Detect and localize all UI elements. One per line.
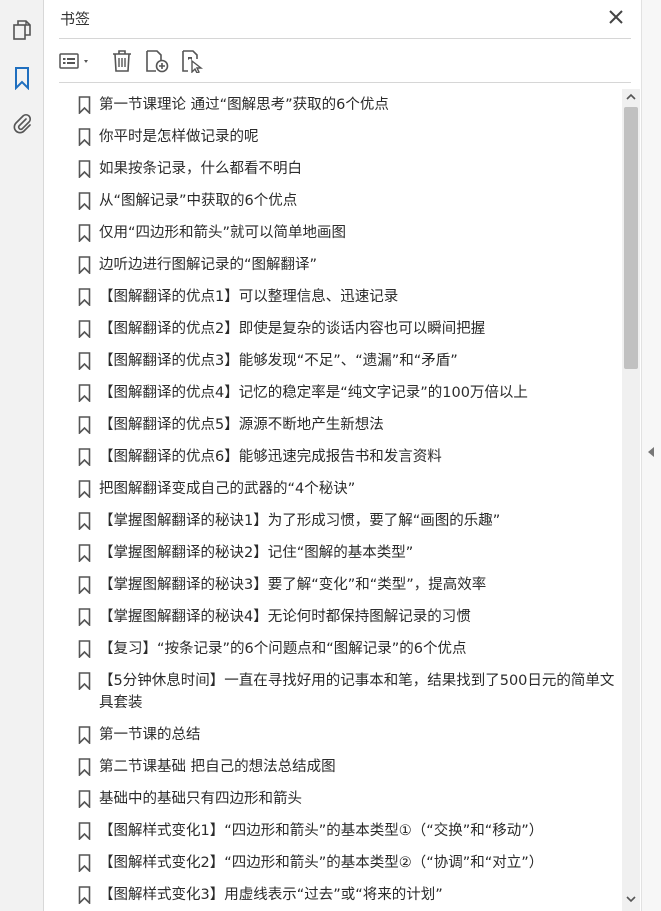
- panel-title: 书签: [60, 10, 91, 28]
- bookmark-icon: [71, 478, 99, 498]
- bookmark-icon: [71, 638, 99, 658]
- scroll-up-arrow-icon[interactable]: [622, 89, 640, 105]
- bookmark-label: 【图解样式变化1】“四边形和箭头”的基本类型①（“交换”和“移动”）: [99, 823, 544, 839]
- bookmark-item[interactable]: 【图解翻译的优点2】即使是复杂的谈话内容也可以瞬间把握: [71, 313, 616, 345]
- collapse-arrow-icon[interactable]: [648, 447, 654, 457]
- bookmark-icon: [71, 606, 99, 626]
- bookmark-label: 从“图解记录”中获取的6个优点: [99, 193, 298, 209]
- bookmark-item[interactable]: 如果按条记录，什么都看不明白: [71, 153, 616, 185]
- bookmark-icon: [71, 286, 99, 306]
- bookmark-icon: [71, 158, 99, 178]
- bookmark-label: 【图解翻译的优点2】即使是复杂的谈话内容也可以瞬间把握: [99, 321, 486, 337]
- bookmark-icon: [71, 756, 99, 776]
- pages-icon[interactable]: [8, 16, 36, 44]
- bookmark-item[interactable]: 【图解翻译的优点3】能够发现“不足”、“遗漏”和“矛盾”: [71, 345, 616, 377]
- navigation-rail: [0, 0, 44, 911]
- panel-header: 书签: [45, 0, 641, 38]
- bookmark-icon: [71, 222, 99, 242]
- divider: [59, 82, 631, 83]
- bookmark-item[interactable]: 第一节课的总结: [71, 719, 616, 751]
- bookmark-label: 【掌握图解翻译的秘诀3】要了解“变化”和“类型”，提高效率: [99, 577, 487, 593]
- bookmark-label: 【5分钟休息时间】一直在寻找好用的记事本和笔，结果找到了500日元的简单文具套装: [99, 673, 615, 711]
- bookmark-item[interactable]: 【图解样式变化2】“四边形和箭头”的基本类型②（“协调”和“对立”）: [71, 847, 616, 879]
- bookmark-label: 基础中的基础只有四边形和箭头: [99, 791, 302, 807]
- bookmark-icon: [71, 852, 99, 872]
- bookmark-icon: [71, 788, 99, 808]
- bookmark-item[interactable]: 边听边进行图解记录的“图解翻译”: [71, 249, 616, 281]
- bookmark-label: 第一节课的总结: [99, 727, 201, 743]
- bookmark-icon: [71, 510, 99, 530]
- bookmark-item[interactable]: 【图解样式变化3】用虚线表示“过去”或“将来的计划”: [71, 879, 616, 911]
- bookmark-item[interactable]: 【图解翻译的优点6】能够迅速完成报告书和发言资料: [71, 441, 616, 473]
- bookmark-label: 你平时是怎样做记录的呢: [99, 129, 259, 145]
- bookmark-item[interactable]: 【复习】“按条记录”的6个问题点和“图解记录”的6个优点: [71, 633, 616, 665]
- scrollbar-thumb[interactable]: [624, 107, 638, 369]
- bookmark-item[interactable]: 仅用“四边形和箭头”就可以简单地画图: [71, 217, 616, 249]
- bookmark-item[interactable]: 【掌握图解翻译的秘诀2】记住“图解的基本类型”: [71, 537, 616, 569]
- bookmark-item[interactable]: 第二节课基础 把自己的想法总结成图: [71, 751, 616, 783]
- close-icon[interactable]: [605, 6, 627, 28]
- bookmark-label: 边听边进行图解记录的“图解翻译”: [99, 257, 318, 273]
- panel-collapse-handle[interactable]: [641, 0, 661, 911]
- bookmark-item[interactable]: 基础中的基础只有四边形和箭头: [71, 783, 616, 815]
- bookmark-icon: [71, 670, 99, 690]
- bookmark-item[interactable]: 第一节课理论 通过“图解思考”获取的6个优点: [71, 89, 616, 121]
- bookmark-icon: [71, 190, 99, 210]
- bookmark-item[interactable]: 【掌握图解翻译的秘诀4】无论何时都保持图解记录的习惯: [71, 601, 616, 633]
- bookmark-toolbar: [59, 46, 631, 76]
- bookmark-label: 【图解翻译的优点1】可以整理信息、迅速记录: [99, 289, 399, 305]
- bookmark-label: 如果按条记录，什么都看不明白: [99, 161, 302, 177]
- bookmark-icon: [71, 254, 99, 274]
- attachment-icon[interactable]: [8, 110, 36, 138]
- bookmark-label: 第一节课理论 通过“图解思考”获取的6个优点: [99, 97, 389, 113]
- bookmark-from-selection-icon[interactable]: [179, 46, 207, 76]
- bookmark-icon[interactable]: [8, 64, 36, 92]
- bookmark-icon: [71, 414, 99, 434]
- bookmark-label: 【掌握图解翻译的秘诀4】无论何时都保持图解记录的习惯: [99, 609, 471, 625]
- bookmark-label: 【图解翻译的优点4】记忆的稳定率是“纯文字记录”的100万倍以上: [99, 385, 528, 401]
- bookmark-item[interactable]: 把图解翻译变成自己的武器的“4个秘诀”: [71, 473, 616, 505]
- bookmark-label: 【图解翻译的优点5】源源不断地产生新想法: [99, 417, 384, 433]
- bookmark-item[interactable]: 【图解翻译的优点1】可以整理信息、迅速记录: [71, 281, 616, 313]
- bookmark-item[interactable]: 你平时是怎样做记录的呢: [71, 121, 616, 153]
- delete-icon[interactable]: [109, 46, 135, 76]
- bookmark-icon: [71, 820, 99, 840]
- bookmark-item[interactable]: 【图解翻译的优点4】记忆的稳定率是“纯文字记录”的100万倍以上: [71, 377, 616, 409]
- bookmark-label: 【图解样式变化3】用虚线表示“过去”或“将来的计划”: [99, 887, 443, 903]
- bookmark-label: 把图解翻译变成自己的武器的“4个秘诀”: [99, 481, 356, 497]
- bookmark-icon: [71, 126, 99, 146]
- bookmark-label: 【图解翻译的优点3】能够发现“不足”、“遗漏”和“矛盾”: [99, 353, 458, 369]
- bookmark-label: 【掌握图解翻译的秘诀1】为了形成习惯，要了解“画图的乐趣”: [99, 513, 501, 529]
- bookmark-icon: [71, 724, 99, 744]
- bookmark-label: 第二节课基础 把自己的想法总结成图: [99, 759, 336, 775]
- bookmark-icon: [71, 382, 99, 402]
- options-menu-icon[interactable]: [59, 46, 95, 76]
- bookmark-item[interactable]: 【图解翻译的优点5】源源不断地产生新想法: [71, 409, 616, 441]
- bookmark-icon: [71, 574, 99, 594]
- scroll-down-arrow-icon[interactable]: [622, 891, 640, 907]
- bookmark-item[interactable]: 【掌握图解翻译的秘诀1】为了形成习惯，要了解“画图的乐趣”: [71, 505, 616, 537]
- bookmark-icon: [71, 542, 99, 562]
- bookmark-icon: [71, 446, 99, 466]
- bookmark-icon: [71, 318, 99, 338]
- bookmark-label: 【掌握图解翻译的秘诀2】记住“图解的基本类型”: [99, 545, 414, 561]
- bookmark-item[interactable]: 从“图解记录”中获取的6个优点: [71, 185, 616, 217]
- bookmark-icon: [71, 94, 99, 114]
- bookmark-label: 【复习】“按条记录”的6个问题点和“图解记录”的6个优点: [99, 641, 467, 657]
- divider: [59, 38, 631, 39]
- vertical-scrollbar[interactable]: [622, 89, 640, 911]
- bookmark-list: 第一节课理论 通过“图解思考”获取的6个优点 你平时是怎样做记录的呢如果按条记录，…: [71, 89, 616, 911]
- bookmark-icon: [71, 884, 99, 904]
- bookmarks-panel: 书签 第一节课理论 通过“图解思考”获取的6个优点 你平时是怎样做记录的呢 如果…: [45, 0, 641, 911]
- bookmark-item[interactable]: 【图解样式变化1】“四边形和箭头”的基本类型①（“交换”和“移动”）: [71, 815, 616, 847]
- bookmark-label: 【图解翻译的优点6】能够迅速完成报告书和发言资料: [99, 449, 442, 465]
- bookmark-label: 【图解样式变化2】“四边形和箭头”的基本类型②（“协调”和“对立”）: [99, 855, 544, 871]
- new-bookmark-icon[interactable]: [143, 46, 171, 76]
- bookmark-item[interactable]: 【5分钟休息时间】一直在寻找好用的记事本和笔，结果找到了500日元的简单文具套装: [71, 665, 616, 719]
- bookmark-label: 仅用“四边形和箭头”就可以简单地画图: [99, 225, 347, 241]
- bookmark-icon: [71, 350, 99, 370]
- bookmark-item[interactable]: 【掌握图解翻译的秘诀3】要了解“变化”和“类型”，提高效率: [71, 569, 616, 601]
